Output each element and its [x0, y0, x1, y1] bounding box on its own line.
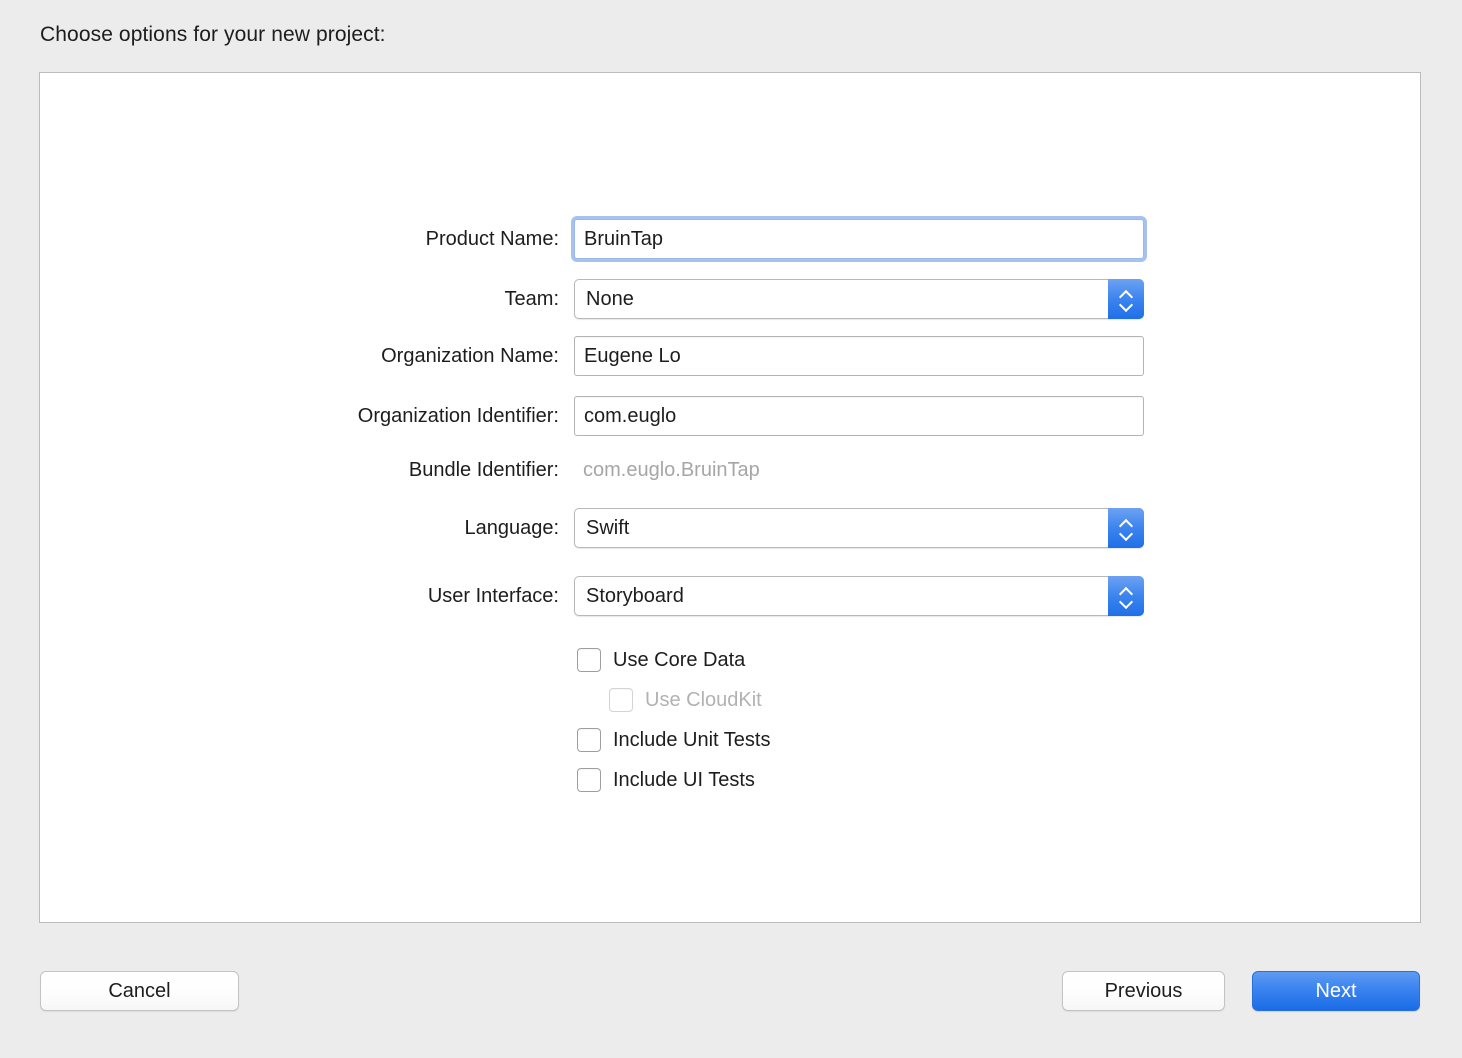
readonly-value: com.euglo.BruinTap [574, 450, 769, 490]
field-control: Swift [574, 508, 1144, 548]
checkbox-icon[interactable] [577, 768, 601, 792]
chevron-up-icon [1120, 291, 1133, 298]
field-label: Organization Name: [40, 336, 559, 376]
field-control: com.euglo.BruinTap [574, 450, 769, 490]
dropdown-selected-value: None [586, 280, 1097, 320]
field-label: Team: [40, 279, 559, 319]
chevron-up-icon [1120, 520, 1133, 527]
dropdown-selected-value: Swift [586, 509, 1097, 549]
chevron-down-icon [1120, 598, 1133, 605]
checkbox-row[interactable]: Include UI Tests [577, 765, 755, 795]
previous-button[interactable]: Previous [1062, 971, 1225, 1011]
checkbox-row[interactable]: Include Unit Tests [577, 725, 771, 755]
dropdown-selected-value: Storyboard [586, 577, 1097, 617]
dropdown-select[interactable]: Swift [574, 508, 1144, 548]
field-label: Bundle Identifier: [40, 450, 559, 490]
text-input[interactable]: Eugene Lo [574, 336, 1144, 376]
cancel-button[interactable]: Cancel [40, 971, 239, 1011]
chevron-up-down-icon[interactable] [1108, 279, 1144, 319]
form-row: Organization Identifier: com.euglo [40, 396, 1420, 436]
form-row: Product Name: BruinTap [40, 219, 1420, 259]
checkbox-label: Include Unit Tests [613, 729, 771, 752]
field-control: Storyboard [574, 576, 1144, 616]
form-row: Organization Name: Eugene Lo [40, 336, 1420, 376]
new-project-options-sheet: Choose options for your new project: Pro… [0, 0, 1462, 1058]
form-row: Bundle Identifier: com.euglo.BruinTap [40, 450, 1420, 490]
text-input[interactable]: BruinTap [574, 219, 1144, 259]
dropdown-select[interactable]: None [574, 279, 1144, 319]
field-label: Product Name: [40, 219, 559, 259]
chevron-up-down-icon[interactable] [1108, 508, 1144, 548]
form-row: Language: Swift [40, 508, 1420, 548]
text-input[interactable]: com.euglo [574, 396, 1144, 436]
chevron-up-down-icon[interactable] [1108, 576, 1144, 616]
checkbox-label: Include UI Tests [613, 769, 755, 792]
form-row: User Interface: Storyboard [40, 576, 1420, 616]
checkbox-label: Use Core Data [613, 649, 745, 672]
options-panel: Product Name: BruinTap Team: None Organizati… [39, 72, 1421, 923]
chevron-down-icon [1120, 301, 1133, 308]
field-control: Eugene Lo [574, 336, 1144, 376]
checkbox-icon [609, 688, 633, 712]
field-label: Language: [40, 508, 559, 548]
form-row: Team: None [40, 279, 1420, 319]
field-control: BruinTap [574, 219, 1144, 259]
chevron-down-icon [1120, 530, 1133, 537]
checkbox-row: Use CloudKit [609, 685, 762, 715]
field-label: Organization Identifier: [40, 396, 559, 436]
next-button[interactable]: Next [1252, 971, 1420, 1011]
checkbox-icon[interactable] [577, 728, 601, 752]
checkbox-label: Use CloudKit [645, 689, 762, 712]
field-label: User Interface: [40, 576, 559, 616]
field-control: com.euglo [574, 396, 1144, 436]
field-control: None [574, 279, 1144, 319]
chevron-up-icon [1120, 588, 1133, 595]
checkbox-icon[interactable] [577, 648, 601, 672]
checkbox-row[interactable]: Use Core Data [577, 645, 745, 675]
dropdown-select[interactable]: Storyboard [574, 576, 1144, 616]
page-title: Choose options for your new project: [40, 23, 386, 47]
